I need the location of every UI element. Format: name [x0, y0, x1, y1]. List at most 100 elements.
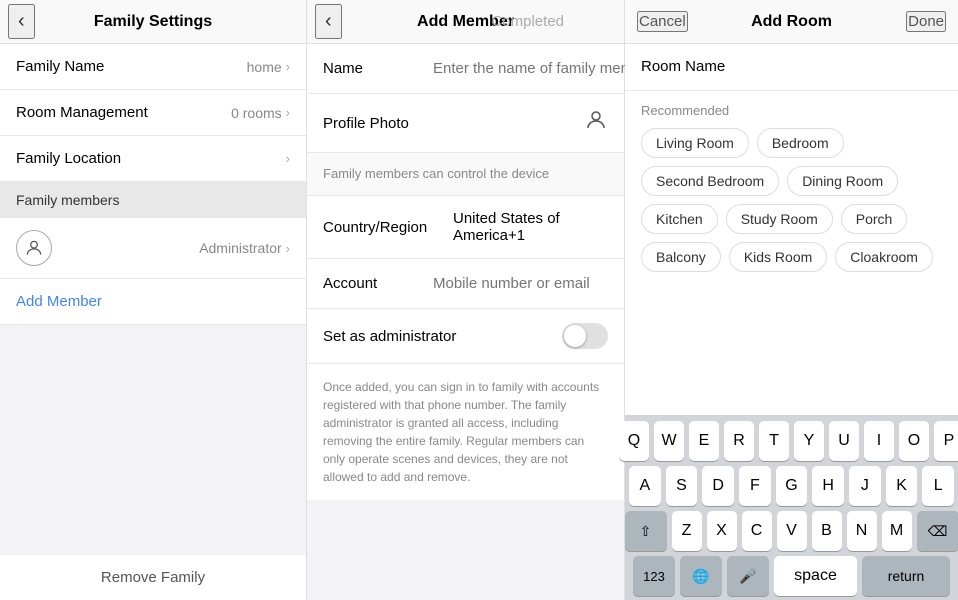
room-chip[interactable]: Dining Room	[787, 166, 898, 196]
key-a[interactable]: A	[629, 466, 661, 506]
set-admin-row[interactable]: Set as administrator	[307, 309, 624, 364]
room-management-label: Room Management	[16, 104, 148, 121]
key-space[interactable]: space	[774, 556, 857, 596]
country-row[interactable]: Country/Region United States of America+…	[307, 196, 624, 259]
family-name-label: Family Name	[16, 58, 104, 75]
key-f[interactable]: F	[739, 466, 771, 506]
spacer	[0, 325, 306, 539]
key-n[interactable]: N	[847, 511, 877, 551]
panel3-done-button[interactable]: Done	[906, 11, 946, 32]
key-m[interactable]: M	[882, 511, 912, 551]
key-s[interactable]: S	[666, 466, 698, 506]
key-h[interactable]: H	[812, 466, 844, 506]
room-chip[interactable]: Study Room	[726, 204, 833, 234]
chevron-icon: ›	[286, 105, 290, 120]
key-z[interactable]: Z	[672, 511, 702, 551]
name-input[interactable]	[433, 60, 632, 77]
room-chip[interactable]: Second Bedroom	[641, 166, 779, 196]
add-member-button[interactable]: Add Member	[0, 279, 306, 325]
country-label: Country/Region	[323, 219, 453, 236]
key-j[interactable]: J	[849, 466, 881, 506]
panel2-completed[interactable]: Completed	[491, 13, 564, 30]
country-value: United States of America+1	[453, 210, 608, 244]
add-room-panel: Room Name Recommended Living Room Bedroom…	[625, 44, 958, 600]
account-label: Account	[323, 275, 433, 292]
add-member-panel: Name Profile Photo Family members can co…	[307, 44, 625, 600]
profile-photo-label: Profile Photo	[323, 115, 433, 132]
room-chip[interactable]: Living Room	[641, 128, 749, 158]
key-⇧[interactable]: ⇧	[625, 511, 667, 551]
room-chip[interactable]: Kitchen	[641, 204, 718, 234]
key-o[interactable]: O	[899, 421, 929, 461]
family-location-label: Family Location	[16, 150, 121, 167]
key-123[interactable]: 123	[633, 556, 675, 596]
panel3-nav: Cancel Add Room Done	[625, 0, 958, 44]
panel3-cancel-button[interactable]: Cancel	[637, 11, 688, 32]
key-u[interactable]: U	[829, 421, 859, 461]
family-location-item[interactable]: Family Location ›	[0, 136, 306, 182]
family-location-value: ›	[286, 151, 290, 166]
panel1-back-button[interactable]: ‹	[8, 4, 35, 39]
key-p[interactable]: P	[934, 421, 958, 461]
chevron-icon: ›	[286, 59, 290, 74]
panel2-back-button[interactable]: ‹	[315, 4, 342, 39]
key-🎤[interactable]: 🎤	[727, 556, 769, 596]
key-w[interactable]: W	[654, 421, 684, 461]
key-v[interactable]: V	[777, 511, 807, 551]
room-management-value: 0 rooms ›	[231, 105, 290, 121]
panel3-title: Add Room	[751, 13, 832, 31]
recommended-label: Recommended	[641, 103, 942, 118]
remove-family-button[interactable]: Remove Family	[0, 555, 306, 600]
key-x[interactable]: X	[707, 511, 737, 551]
key-r[interactable]: R	[724, 421, 754, 461]
name-row: Name	[307, 44, 624, 94]
panel1-nav: ‹ Family Settings	[0, 0, 307, 44]
key-🌐[interactable]: 🌐	[680, 556, 722, 596]
room-name-row: Room Name	[625, 44, 958, 91]
key-i[interactable]: I	[864, 421, 894, 461]
toggle-knob	[564, 325, 586, 347]
key-g[interactable]: G	[776, 466, 808, 506]
key-b[interactable]: B	[812, 511, 842, 551]
key-q[interactable]: Q	[619, 421, 649, 461]
key-e[interactable]: E	[689, 421, 719, 461]
panel2-nav: ‹ Add Member Completed	[307, 0, 625, 44]
avatar	[16, 230, 52, 266]
account-input[interactable]	[433, 275, 632, 292]
family-name-item[interactable]: Family Name home ›	[0, 44, 306, 90]
room-chip[interactable]: Kids Room	[729, 242, 827, 272]
device-control-row: Family members can control the device	[307, 153, 624, 196]
key-k[interactable]: K	[886, 466, 918, 506]
key-⌫[interactable]: ⌫	[917, 511, 958, 551]
room-chip[interactable]: Bedroom	[757, 128, 844, 158]
chevron-icon: ›	[286, 151, 290, 166]
admin-toggle[interactable]	[562, 323, 608, 349]
chevron-icon: ›	[286, 241, 290, 256]
member-role: Administrator ›	[199, 240, 290, 256]
panel1-title: Family Settings	[94, 13, 212, 31]
info-box: Once added, you can sign in to family wi…	[307, 364, 624, 500]
person-icon	[584, 108, 608, 138]
key-y[interactable]: Y	[794, 421, 824, 461]
room-chip[interactable]: Porch	[841, 204, 908, 234]
account-row: Account	[307, 259, 624, 309]
member-item[interactable]: Administrator ›	[0, 218, 306, 279]
family-name-value: home ›	[247, 59, 290, 75]
recommended-section: Recommended Living Room Bedroom Second Bed…	[625, 91, 958, 280]
family-members-header: Family members	[0, 182, 306, 218]
family-settings-panel: Family Name home › Room Management 0 roo…	[0, 44, 307, 600]
key-t[interactable]: T	[759, 421, 789, 461]
key-l[interactable]: L	[922, 466, 954, 506]
key-c[interactable]: C	[742, 511, 772, 551]
room-chip[interactable]: Balcony	[641, 242, 721, 272]
profile-photo-row[interactable]: Profile Photo	[307, 94, 624, 153]
keyboard: QWERTYUIOPASDFGHJKL⇧ZXCVBNM⌫123🌐🎤spacere…	[625, 415, 958, 600]
room-management-item[interactable]: Room Management 0 rooms ›	[0, 90, 306, 136]
key-d[interactable]: D	[702, 466, 734, 506]
room-chip[interactable]: Cloakroom	[835, 242, 933, 272]
name-label: Name	[323, 60, 433, 77]
room-chips: Living Room Bedroom Second Bedroom Dining R…	[641, 128, 942, 272]
room-name-label: Room Name	[641, 58, 725, 75]
set-admin-label: Set as administrator	[323, 328, 456, 345]
key-return[interactable]: return	[862, 556, 950, 596]
